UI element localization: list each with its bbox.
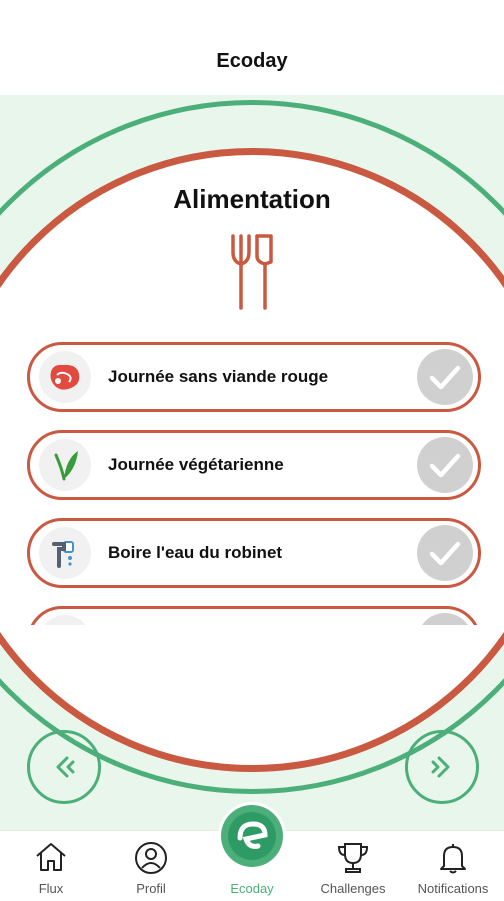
action-label: Journée végétarienne: [108, 455, 284, 474]
action-item[interactable]: Journée sans viande rouge: [27, 342, 481, 412]
tab-notifications[interactable]: Notifications: [403, 831, 503, 901]
tab-profil[interactable]: Profil: [101, 831, 201, 901]
tab-label: Profil: [136, 881, 166, 896]
previous-category-button[interactable]: [27, 730, 101, 804]
category-title: Alimentation: [173, 184, 331, 214]
leaf-icon: [39, 439, 91, 491]
check-button[interactable]: [417, 349, 473, 405]
action-label: Journée sans viande rouge: [108, 367, 329, 386]
tab-label: Challenges: [320, 881, 386, 896]
check-button[interactable]: [417, 613, 473, 625]
bell-icon: [440, 844, 466, 874]
check-button[interactable]: [417, 437, 473, 493]
actions-list[interactable]: Journée sans viande rouge Journée végéta…: [0, 335, 504, 625]
tab-challenges[interactable]: Challenges: [303, 831, 403, 901]
action-item[interactable]: Boire l'eau du robinet: [27, 518, 481, 588]
profile-icon: [135, 842, 167, 874]
next-category-button[interactable]: [405, 730, 479, 804]
action-label: Boire l'eau du robinet: [108, 543, 283, 562]
action-item[interactable]: Journée végétarienne: [27, 430, 481, 500]
tab-label: Notifications: [417, 881, 489, 896]
tab-label: Flux: [38, 881, 64, 896]
chevron-left-icon: [56, 756, 75, 778]
trophy-icon: [337, 843, 369, 873]
page-title: Ecoday: [216, 50, 288, 72]
ecoday-tab-button[interactable]: [218, 802, 286, 870]
tab-label: Ecoday: [230, 881, 274, 896]
cutlery-icon: [231, 234, 273, 310]
tab-flux[interactable]: Flux: [1, 831, 101, 901]
check-button[interactable]: [417, 525, 473, 581]
app-header: Ecoday: [0, 0, 504, 95]
ecoday-logo-icon: [221, 805, 283, 867]
tap-water-icon: [39, 527, 91, 579]
home-icon: [36, 843, 66, 871]
chevron-right-icon: [431, 756, 450, 778]
action-item[interactable]: [27, 606, 481, 625]
list-item-icon: [39, 615, 91, 625]
steak-icon: [39, 351, 91, 403]
